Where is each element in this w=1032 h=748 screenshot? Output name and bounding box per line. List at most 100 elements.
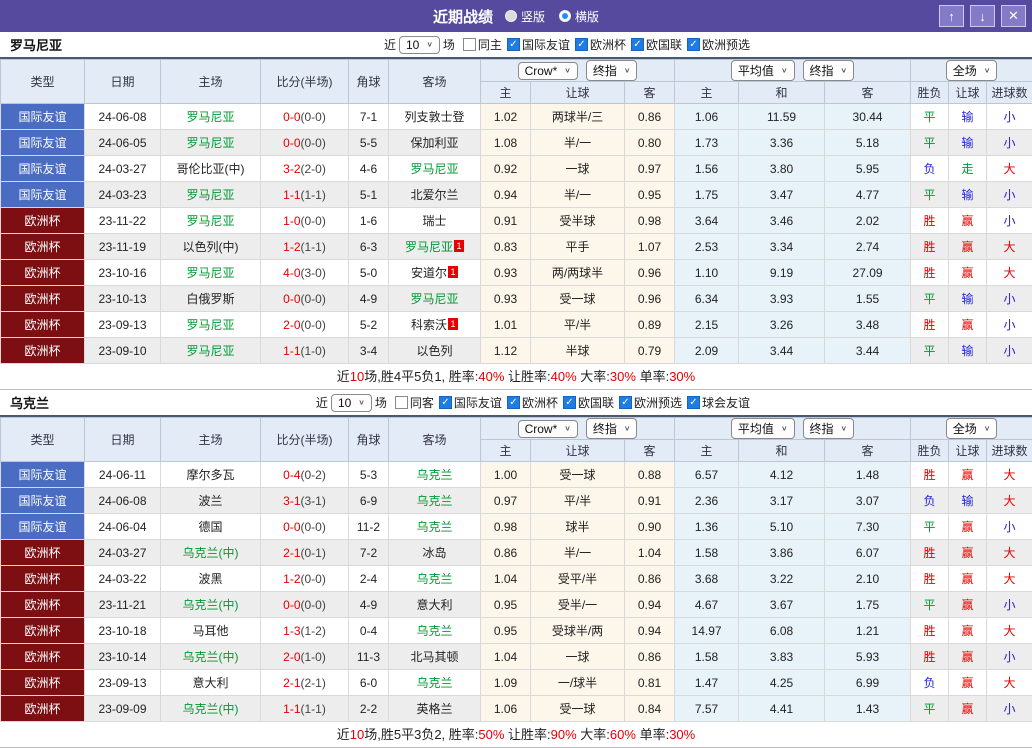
home-team: 乌克兰(中) xyxy=(160,643,261,670)
filter-checkbox[interactable]: ✓ 欧洲预选 xyxy=(686,36,750,53)
result-goals: 小 xyxy=(986,285,1032,312)
odds-term-select[interactable]: 终指 ∨ xyxy=(585,60,638,81)
full-time-score: 0-0 xyxy=(283,291,301,306)
filter-checkbox[interactable]: ✓ 欧国联 xyxy=(630,36,682,53)
home-team: 罗马尼亚 xyxy=(160,311,261,338)
radio-vertical-layout[interactable]: 竖版 xyxy=(504,8,545,25)
score-cell: 1-2(0-0) xyxy=(260,565,349,592)
full-time-score: 2-0 xyxy=(283,649,301,664)
asian-handicap: 受一球 xyxy=(530,461,625,488)
euro-draw-odds: 3.67 xyxy=(738,591,826,618)
filter-bar: 近 10 ∨ 场 同主 ✓ 国际友谊 ✓ 欧洲杯 ✓ 欧国联 ✓ 欧洲预选 xyxy=(384,35,750,54)
filter-checkbox[interactable]: ✓ 欧国联 xyxy=(562,394,614,411)
team-section: 罗马尼亚 近 10 ∨ 场 同主 ✓ 国际友谊 ✓ 欧洲杯 ✓ 欧国联 ✓ 欧洲预选 类型 日 xyxy=(0,32,1032,748)
half-time-score: (0-2) xyxy=(300,467,326,482)
home-team: 马耳他 xyxy=(160,617,261,644)
filter-checkbox[interactable]: ✓ 球会友谊 xyxy=(686,394,750,411)
odds-term-select[interactable]: 终指 ∨ xyxy=(585,418,638,439)
recent-count-select[interactable]: 10 ∨ xyxy=(330,393,372,412)
odds-company-select[interactable]: Crow* ∨ xyxy=(517,419,578,438)
summary-text: 让胜率: xyxy=(504,727,551,742)
score-cell: 3-1(3-1) xyxy=(260,487,349,514)
col-result-handicap: 让球 xyxy=(948,439,988,462)
result-outcome: 胜 xyxy=(910,617,950,644)
euro-away-odds: 1.43 xyxy=(824,695,912,722)
result-handicap: 赢 xyxy=(948,233,988,260)
summary-text: 近 xyxy=(336,369,350,384)
half-time-score: (2-1) xyxy=(300,675,326,690)
euro-source-select[interactable]: 平均值 ∨ xyxy=(730,418,795,439)
scope-select[interactable]: 全场 ∨ xyxy=(945,418,998,439)
team-name-text: 马耳他 xyxy=(192,624,229,638)
filter-checkbox[interactable]: ✓ 国际友谊 xyxy=(506,36,570,53)
match-row: 欧洲杯 24-03-22 波黑 1-2(0-0) 2-4 乌克兰 1.04 受平/半 0.86 3… xyxy=(0,565,1032,592)
match-row: 欧洲杯 23-11-21 乌克兰(中) 0-0(0-0) 4-9 意大利 0.95 受半/一 0… xyxy=(0,591,1032,618)
team-name-text: 罗马尼亚 xyxy=(186,266,235,280)
corner-count: 6-3 xyxy=(348,233,389,260)
record-summary: 近10场,胜5平3负2, 胜率:50% 让胜率:90% 大率:60% 单率:30… xyxy=(0,722,1032,748)
close-button[interactable]: ✕ xyxy=(1001,5,1026,27)
euro-odds-group: 平均值 ∨ 终指 ∨ xyxy=(674,417,912,440)
filter-checkbox[interactable]: ✓ 国际友谊 xyxy=(438,394,502,411)
euro-draw-odds: 3.83 xyxy=(738,643,826,670)
move-up-button[interactable]: ↑ xyxy=(939,5,964,27)
euro-home-odds: 1.73 xyxy=(674,129,740,156)
radio-horizontal-layout[interactable]: 横版 xyxy=(559,8,599,25)
euro-away-odds: 2.02 xyxy=(824,207,912,234)
move-down-button[interactable]: ↓ xyxy=(970,5,995,27)
result-goals: 小 xyxy=(986,311,1032,338)
col-euro-draw: 和 xyxy=(738,81,826,104)
asian-handicap: 半/一 xyxy=(530,129,625,156)
scope-select[interactable]: 全场 ∨ xyxy=(945,60,998,81)
result-goals: 小 xyxy=(986,103,1032,130)
section-header-bar: 罗马尼亚 近 10 ∨ 场 同主 ✓ 国际友谊 ✓ 欧洲杯 ✓ 欧国联 ✓ 欧洲预选 xyxy=(0,32,1032,59)
euro-term-select[interactable]: 终指 ∨ xyxy=(802,418,855,439)
euro-draw-odds: 3.47 xyxy=(738,181,826,208)
col-euro-away: 客 xyxy=(824,81,912,104)
euro-term-select[interactable]: 终指 ∨ xyxy=(802,60,855,81)
asian-handicap: 半/一 xyxy=(530,539,625,566)
match-type-badge: 欧洲杯 xyxy=(0,617,85,644)
checkbox-checked-icon: ✓ xyxy=(686,38,700,51)
euro-away-odds: 1.48 xyxy=(824,461,912,488)
filter-checkbox[interactable]: ✓ 欧洲预选 xyxy=(618,394,682,411)
chevron-down-icon: ∨ xyxy=(623,424,631,433)
match-type-badge: 欧洲杯 xyxy=(0,591,85,618)
asian-home-odds: 1.04 xyxy=(480,565,531,592)
euro-home-odds: 2.53 xyxy=(674,233,740,260)
chevron-down-icon: ∨ xyxy=(840,66,848,75)
summary-text: 10 xyxy=(349,727,365,742)
summary-text: 场,胜5平3负2, 胜率: xyxy=(364,727,479,742)
result-group: 全场 ∨ xyxy=(910,417,1032,440)
filter-checkbox[interactable]: ✓ 欧洲杯 xyxy=(574,36,626,53)
result-outcome: 胜 xyxy=(910,207,950,234)
team-name-text: 乌克兰 xyxy=(416,468,453,482)
team-name-text: 乌克兰 xyxy=(416,624,453,638)
euro-away-odds: 3.07 xyxy=(824,487,912,514)
match-date: 24-06-04 xyxy=(84,513,161,540)
match-type-badge: 欧洲杯 xyxy=(0,695,85,722)
summary-text: 大率: xyxy=(576,727,610,742)
filter-checkbox[interactable]: 同主 xyxy=(462,36,502,53)
recent-count-select[interactable]: 10 ∨ xyxy=(398,35,440,54)
euro-draw-odds: 3.80 xyxy=(738,155,826,182)
filter-label: 欧洲杯 xyxy=(589,38,626,52)
half-time-score: (0-0) xyxy=(300,571,326,586)
euro-source-select[interactable]: 平均值 ∨ xyxy=(730,60,795,81)
full-time-score: 1-2 xyxy=(283,239,301,254)
asian-home-odds: 1.09 xyxy=(480,669,531,696)
filter-checkbox[interactable]: 同客 xyxy=(394,394,434,411)
full-time-score: 0-0 xyxy=(283,597,301,612)
asian-home-odds: 1.06 xyxy=(480,695,531,722)
full-time-score: 1-1 xyxy=(283,343,301,358)
asian-handicap: 平手 xyxy=(530,233,625,260)
full-time-score: 1-1 xyxy=(283,701,301,716)
match-date: 23-09-13 xyxy=(84,311,161,338)
filter-checkbox[interactable]: ✓ 欧洲杯 xyxy=(506,394,558,411)
odds-company-select[interactable]: Crow* ∨ xyxy=(517,61,578,80)
result-outcome: 负 xyxy=(910,487,950,514)
score-cell: 0-0(0-0) xyxy=(260,129,349,156)
asian-handicap: 两球半/三 xyxy=(530,103,625,130)
asian-home-odds: 1.04 xyxy=(480,643,531,670)
asian-handicap: 半/一 xyxy=(530,181,625,208)
